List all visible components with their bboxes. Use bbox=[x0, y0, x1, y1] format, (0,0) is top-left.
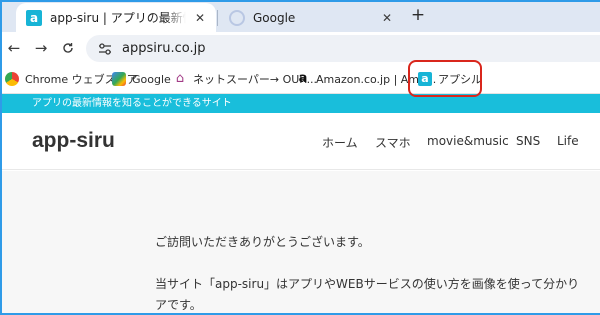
close-tab-icon[interactable]: ✕ bbox=[192, 11, 208, 25]
back-button[interactable]: ← bbox=[4, 38, 24, 58]
back-arrow-icon: ← bbox=[7, 39, 21, 57]
bookmark-google[interactable]: Google bbox=[112, 70, 171, 88]
reload-button[interactable] bbox=[58, 38, 78, 58]
google-favicon-icon bbox=[229, 9, 245, 26]
reload-icon bbox=[63, 43, 73, 53]
url-text: appsiru.co.jp bbox=[122, 41, 206, 56]
forward-button[interactable]: → bbox=[31, 38, 51, 58]
toolbar: ← → appsiru.co.jp bbox=[0, 32, 600, 64]
paragraph-greeting: ご訪問いただきありがとうございます。 bbox=[155, 235, 370, 249]
tab-title: Google bbox=[253, 10, 296, 25]
house-icon: ⌂ bbox=[175, 71, 185, 86]
nav-link-smartphone[interactable]: スマホ bbox=[375, 134, 411, 151]
close-tab-icon[interactable]: ✕ bbox=[379, 11, 395, 25]
site-content: ご訪問いただきありがとうございます。 当サイト「app-siru」はアプリやWE… bbox=[0, 171, 600, 315]
nav-link-sns[interactable]: SNS bbox=[516, 134, 540, 148]
site-banner: アプリの最新情報を知ることができるサイト bbox=[0, 94, 600, 113]
forward-arrow-icon: → bbox=[34, 39, 48, 57]
google-icon bbox=[112, 72, 126, 86]
amazon-icon: a bbox=[298, 71, 308, 86]
site-logo[interactable]: app-siru bbox=[32, 129, 115, 153]
bookmark-label: Google bbox=[132, 72, 171, 86]
address-bar[interactable]: appsiru.co.jp bbox=[86, 35, 600, 62]
new-tab-button[interactable]: + bbox=[408, 5, 428, 25]
tab-app-siru[interactable]: a app-siru | アプリの最新情報を知る ✕ bbox=[16, 3, 216, 32]
tab-strip: a app-siru | アプリの最新情報を知る ✕ Google ✕ + bbox=[0, 0, 600, 32]
site-header: app-siru ホーム スマホ movie&music SNS Life bbox=[0, 113, 600, 170]
tab-google[interactable]: Google ✕ bbox=[219, 3, 403, 32]
tab-title: app-siru | アプリの最新情報を知る bbox=[50, 11, 186, 25]
chrome-webstore-icon bbox=[5, 72, 19, 86]
paragraph-intro: 当サイト「app-siru」はアプリやWEBサービスの使い方を画像を使って分かり bbox=[155, 277, 580, 291]
highlight-box bbox=[408, 60, 482, 97]
nav-link-movie-music[interactable]: movie&music bbox=[427, 134, 509, 148]
nav-link-home[interactable]: ホーム bbox=[322, 134, 358, 151]
nav-link-life[interactable]: Life bbox=[557, 134, 579, 148]
tab-divider bbox=[217, 10, 218, 26]
appsiru-favicon-icon: a bbox=[26, 9, 42, 26]
site-info-icon[interactable] bbox=[98, 42, 112, 55]
bookmarks-bar: Chrome ウェブストア Google ⌂ ネットスーパー→ OUR... a… bbox=[0, 64, 600, 94]
paragraph-intro-cont: アです。 bbox=[155, 298, 202, 312]
